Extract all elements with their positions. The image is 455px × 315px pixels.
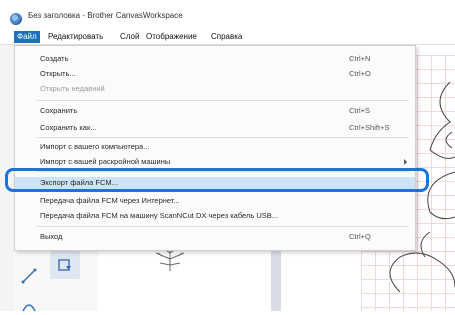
menu-item-label: Открыть недавний — [40, 84, 105, 93]
menu-edit[interactable]: Редактировать — [48, 32, 103, 41]
submenu-arrow-icon — [404, 159, 407, 165]
menu-item-save[interactable]: Сохранить Ctrl+S — [15, 105, 415, 117]
title-bar: Без заголовка - Brother CanvasWorkspace — [0, 0, 455, 30]
window-title: Без заголовка - Brother CanvasWorkspace — [28, 11, 183, 20]
curve-tool-icon[interactable] — [20, 297, 38, 315]
menu-item-import-computer[interactable]: Импорт с вашего компьютера... — [15, 141, 415, 153]
menu-item-transfer-usb[interactable]: Передача файла FCM на машину ScanNCut DX… — [15, 210, 415, 222]
menu-item-shortcut: Ctrl+Shift+S — [349, 123, 390, 132]
menu-item-label: Передача файла FCM через Интернет... — [40, 196, 180, 205]
menu-item-import-machine[interactable]: Импорт с вашей раскройной машины — [15, 156, 415, 168]
menu-view[interactable]: Отображение — [146, 32, 197, 41]
shape-tool-button[interactable] — [50, 251, 80, 279]
menu-separator — [37, 137, 409, 138]
menu-file[interactable]: Файл — [14, 31, 40, 43]
menu-item-save-as[interactable]: Сохранить как... Ctrl+Shift+S — [15, 122, 415, 134]
highlight-ring — [5, 168, 429, 192]
menu-item-label: Открыть... — [40, 69, 76, 78]
menu-help[interactable]: Справка — [211, 32, 242, 41]
file-dropdown-menu: Создать Ctrl+N Открыть... Ctrl+O Открыть… — [14, 45, 416, 251]
menu-item-shortcut: Ctrl+O — [349, 69, 371, 78]
menu-item-label: Импорт с вашего компьютера... — [40, 142, 150, 151]
menu-bar: Файл Редактировать Слой Отображение Спра… — [0, 30, 455, 45]
menu-item-label: Передача файла FCM на машину ScanNCut DX… — [40, 211, 279, 220]
menu-layer[interactable]: Слой — [120, 32, 139, 41]
menu-item-transfer-internet[interactable]: Передача файла FCM через Интернет... — [15, 195, 415, 207]
menu-item-label: Импорт с вашей раскройной машины — [40, 157, 171, 166]
app-logo-icon — [10, 13, 22, 25]
menu-item-exit[interactable]: Выход Ctrl+Q — [15, 231, 415, 243]
menu-item-shortcut: Ctrl+Q — [349, 232, 371, 241]
menu-item-label: Сохранить — [40, 106, 78, 115]
menu-item-create[interactable]: Создать Ctrl+N — [15, 53, 415, 65]
menu-separator — [37, 100, 409, 101]
menu-separator — [37, 226, 409, 227]
menu-item-open-recent: Открыть недавний — [15, 83, 415, 95]
menu-item-shortcut: Ctrl+N — [349, 54, 371, 63]
line-tool-icon[interactable] — [20, 267, 38, 285]
menu-item-label: Сохранить как... — [40, 123, 97, 132]
shape-tool-icon — [58, 259, 71, 271]
menu-item-label: Создать — [40, 54, 69, 63]
menu-item-open[interactable]: Открыть... Ctrl+O — [15, 68, 415, 80]
menu-item-shortcut: Ctrl+S — [349, 106, 371, 115]
menu-item-label: Выход — [40, 232, 63, 241]
